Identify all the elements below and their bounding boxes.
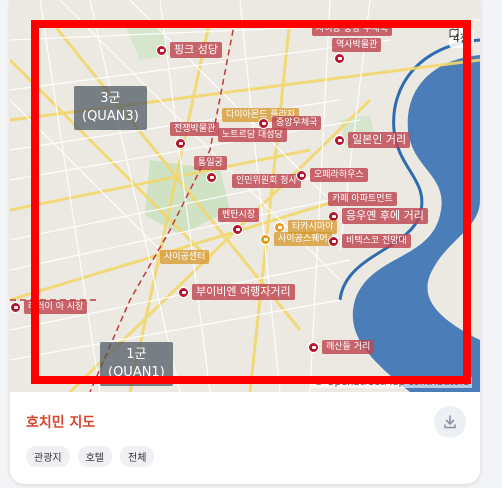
tag-chip[interactable]: 관광지	[26, 446, 70, 467]
card-footer: 호치민 지도 관광지 호텔 전체	[10, 392, 480, 484]
pin-icon	[10, 301, 21, 313]
city-map[interactable]: 3군 (QUAN3) 1군 (QUAN1) 핑크 성당 사이공 중앙 우체국 역…	[10, 0, 480, 392]
card-title[interactable]: 호치민 지도	[26, 412, 95, 432]
tag-list: 관광지 호텔 전체	[26, 446, 155, 467]
download-icon	[444, 415, 456, 429]
map-card[interactable]: 3군 (QUAN3) 1군 (QUAN1) 핑크 성당 사이공 중앙 우체국 역…	[10, 0, 480, 484]
highlight-frame	[31, 20, 471, 384]
download-button[interactable]	[434, 406, 466, 438]
tag-chip[interactable]: 호텔	[77, 446, 113, 467]
tag-chip[interactable]: 전체	[120, 446, 155, 467]
